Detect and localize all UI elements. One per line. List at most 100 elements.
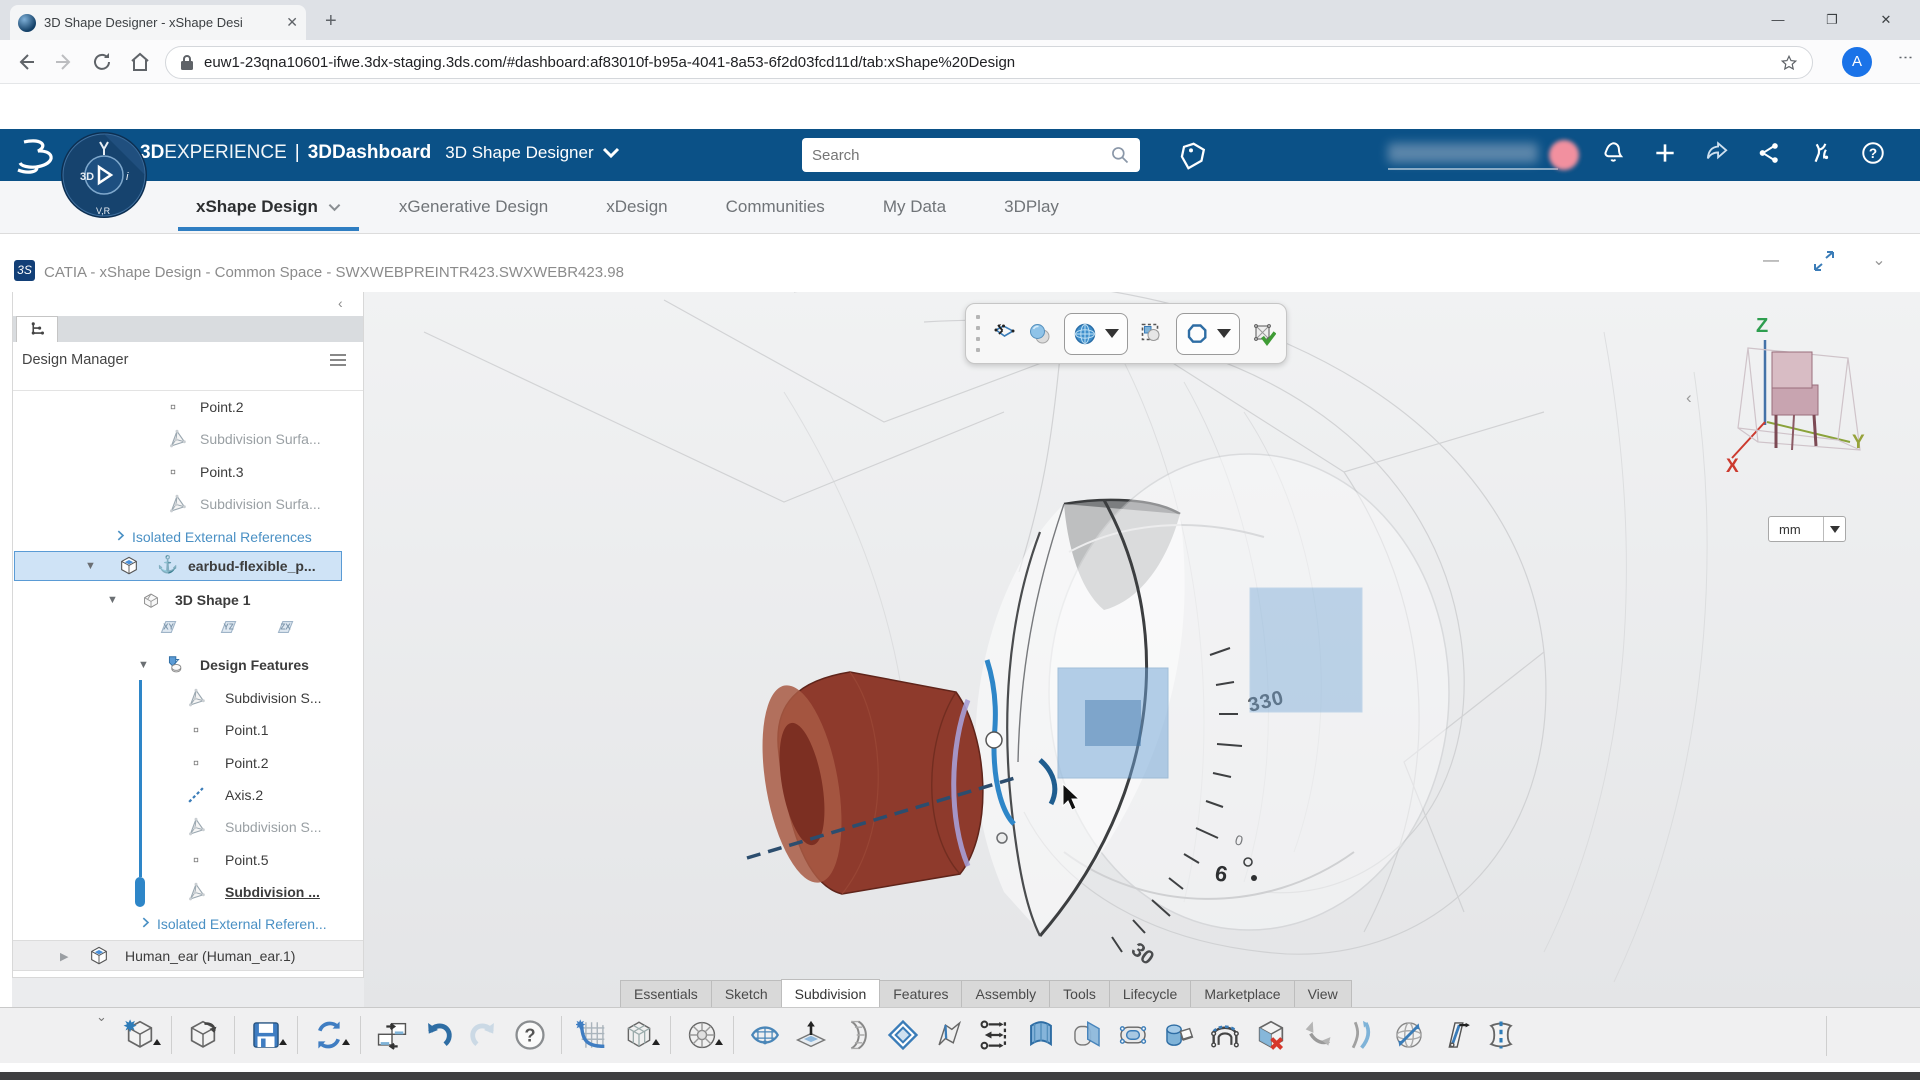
forward-button[interactable]	[52, 50, 76, 74]
tag-icon[interactable]	[1176, 141, 1206, 171]
back-button[interactable]	[14, 50, 38, 74]
tree-row-point-5[interactable]: Point.5	[12, 845, 364, 875]
bell-icon[interactable]	[1600, 140, 1626, 166]
subdivision-sphere-button[interactable]	[682, 1013, 723, 1057]
symmetry-button[interactable]	[1481, 1013, 1521, 1057]
tree-row-isolated-external-references[interactable]: Isolated External References	[12, 522, 364, 552]
plane-zx-icon[interactable]: ZX	[272, 614, 298, 640]
nav-tab-xdesign[interactable]: xDesign	[606, 181, 667, 233]
caret-down-icon[interactable]: ▼	[85, 560, 96, 572]
caret-right-icon[interactable]: ▶	[60, 950, 68, 963]
trim-surface-button[interactable]	[1435, 1013, 1475, 1057]
search-icon[interactable]	[1110, 145, 1130, 165]
current-app-name[interactable]: 3D Shape Designer	[445, 143, 593, 163]
unit-dropdown[interactable]: mm	[1768, 516, 1846, 542]
sphere-mode-dropdown[interactable]	[1064, 312, 1128, 355]
plane-xy-icon[interactable]: XY	[155, 614, 181, 640]
share-icon[interactable]	[1704, 140, 1730, 166]
swap-references-button[interactable]	[372, 1013, 412, 1057]
nav-tab-xshape-design[interactable]: xShape Design	[178, 181, 359, 233]
help-icon[interactable]: ?	[1860, 140, 1886, 166]
bookmark-star-icon[interactable]	[1780, 54, 1798, 72]
refresh-button[interactable]	[309, 1013, 350, 1057]
open-content-button[interactable]	[183, 1013, 223, 1057]
fill-panel-button[interactable]	[1021, 1013, 1061, 1057]
tree-row-isolated-external-referen[interactable]: Isolated External Referen...	[12, 909, 364, 939]
tree-row-axis-2[interactable]: Axis.2	[12, 780, 364, 810]
swym-icon[interactable]	[1808, 140, 1834, 166]
workbench-tab-features[interactable]: Features	[879, 980, 963, 1007]
tree-row-subdivision[interactable]: Subdivision ...	[12, 877, 364, 907]
bend-sheet-button[interactable]	[837, 1013, 877, 1057]
tab-close-icon[interactable]: ✕	[286, 14, 298, 31]
drag-handle[interactable]	[976, 314, 980, 353]
search-input[interactable]	[812, 146, 1110, 164]
network-icon[interactable]	[1756, 140, 1782, 166]
browser-tab[interactable]: 3D Shape Designer - xShape Desi ✕	[10, 5, 306, 40]
tree-row-planes[interactable]: XY YZ ZX	[12, 612, 364, 642]
plus-icon[interactable]	[1652, 140, 1678, 166]
mesh-surface-button[interactable]	[745, 1013, 785, 1057]
catia-collapse-button[interactable]: ⌄	[1866, 250, 1892, 270]
bridge-faces-button[interactable]	[1205, 1013, 1245, 1057]
tree-row-design-features[interactable]: ▼ Design Features	[12, 650, 364, 680]
compass-widget[interactable]: 3D i V,R	[60, 130, 148, 220]
caret-down-icon[interactable]: ▼	[107, 594, 118, 606]
expand-icon[interactable]	[138, 915, 153, 930]
nav-tab-communities[interactable]: Communities	[726, 181, 825, 233]
tree-row-point-2[interactable]: Point.2	[12, 392, 364, 422]
workbench-tab-view[interactable]: View	[1293, 980, 1352, 1007]
window-close-button[interactable]: ✕	[1876, 10, 1896, 30]
crease-edge-button[interactable]	[929, 1013, 969, 1057]
tree-row-3d-shape-1[interactable]: ▼ 3D Shape 1	[12, 585, 364, 615]
panel-collapse-chevron[interactable]: ‹	[1686, 388, 1692, 408]
address-bar[interactable]: euw1-23qna10601-ifwe.3dx-staging.3ds.com…	[165, 46, 1813, 79]
undo-button[interactable]	[418, 1013, 458, 1057]
tree-row-human-ear-human-ear-1[interactable]: ▶ Human_ear (Human_ear.1)	[12, 941, 364, 971]
nav-tab-my-data[interactable]: My Data	[883, 181, 946, 233]
workbench-tab-lifecycle[interactable]: Lifecycle	[1108, 980, 1192, 1007]
workbench-tab-subdivision[interactable]: Subdivision	[780, 979, 881, 1007]
nav-tab-3dplay[interactable]: 3DPlay	[1004, 181, 1059, 233]
subdivision-surface-icon[interactable]	[992, 322, 1016, 346]
ok-button[interactable]	[1252, 322, 1276, 346]
catia-minimize-button[interactable]: —	[1758, 252, 1784, 270]
unfold-surface-button[interactable]	[1297, 1013, 1337, 1057]
nurbs-grid-button[interactable]	[573, 1013, 613, 1057]
align-distribute-button[interactable]	[975, 1013, 1015, 1057]
polygon-mode-dropdown[interactable]	[1176, 312, 1240, 355]
workbench-tab-marketplace[interactable]: Marketplace	[1190, 980, 1295, 1007]
tree-row-point-1[interactable]: Point.1	[12, 715, 364, 745]
nav-tab-xgenerative-design[interactable]: xGenerative Design	[399, 181, 548, 233]
tree-row-subdivision-s[interactable]: Subdivision S...	[12, 812, 364, 842]
spheres-icon[interactable]	[1028, 322, 1052, 346]
user-name-blurred[interactable]	[1388, 143, 1538, 163]
delete-face-button[interactable]	[1251, 1013, 1291, 1057]
caret-down-icon[interactable]: ▼	[138, 659, 149, 671]
plane-yz-icon[interactable]: YZ	[215, 614, 241, 640]
extrude-face-button[interactable]	[791, 1013, 831, 1057]
tree-row-earbud-flexible-p[interactable]: ▼ ⚓ earbud-flexible_p...	[12, 551, 364, 581]
browser-profile-avatar[interactable]: A	[1842, 47, 1872, 77]
select-elements-icon[interactable]	[1140, 322, 1164, 346]
revolve-cylinder-button[interactable]	[1159, 1013, 1199, 1057]
help-button[interactable]: ?	[510, 1013, 550, 1057]
tree-row-subdivision-surfa[interactable]: Subdivision Surfa...	[12, 489, 364, 519]
window-minimize-button[interactable]: —	[1768, 10, 1788, 30]
save-button[interactable]	[246, 1013, 287, 1057]
url-text[interactable]: euw1-23qna10601-ifwe.3dx-staging.3ds.com…	[204, 54, 1770, 71]
user-avatar[interactable]	[1549, 140, 1579, 170]
app-switcher-caret-icon[interactable]	[602, 147, 620, 159]
tree-row-subdivision-s[interactable]: Subdivision S...	[12, 683, 364, 713]
reload-button[interactable]	[90, 50, 114, 74]
home-button[interactable]	[128, 50, 152, 74]
workbench-tab-essentials[interactable]: Essentials	[620, 980, 712, 1007]
weld-tube-button[interactable]	[1113, 1013, 1153, 1057]
inset-frame-button[interactable]	[883, 1013, 923, 1057]
browser-menu-icon[interactable]: ⋮	[1896, 50, 1914, 65]
new-content-button[interactable]	[120, 1013, 161, 1057]
redo-button[interactable]	[464, 1013, 504, 1057]
tree-row-point-3[interactable]: Point.3	[12, 457, 364, 487]
toolbar-collapse-chevron[interactable]: ⌄	[96, 1009, 107, 1025]
new-tab-button[interactable]: +	[325, 10, 337, 33]
